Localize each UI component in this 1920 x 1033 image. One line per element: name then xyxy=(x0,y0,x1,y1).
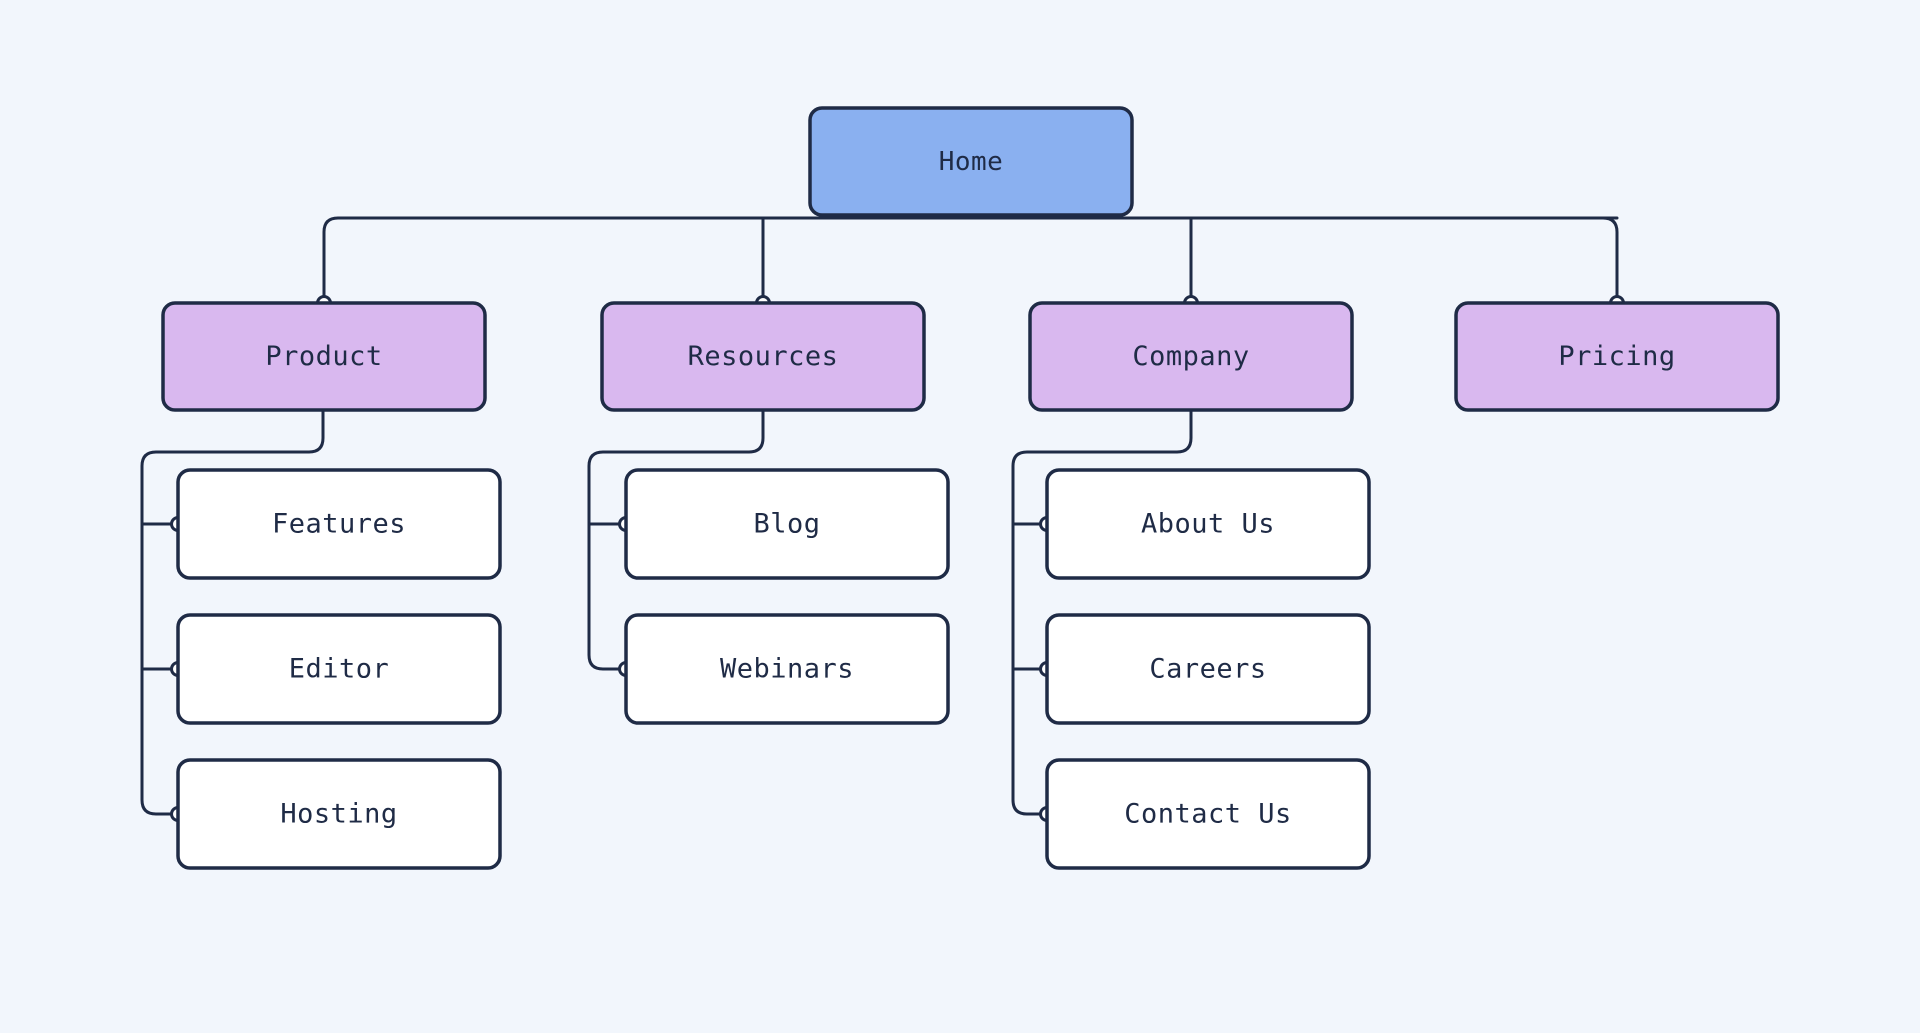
node-label-home: Home xyxy=(939,147,1004,177)
node-company[interactable]: Company xyxy=(1028,301,1354,412)
node-label-editor: Editor xyxy=(289,654,390,685)
node-hosting[interactable]: Hosting xyxy=(176,758,502,870)
edge-bus-horizontal xyxy=(322,216,1619,305)
node-resources[interactable]: Resources xyxy=(600,301,926,412)
node-editor[interactable]: Editor xyxy=(176,613,502,725)
node-label-webinars: Webinars xyxy=(720,654,854,685)
node-home[interactable]: Home xyxy=(808,106,1134,217)
node-pricing[interactable]: Pricing xyxy=(1454,301,1780,412)
node-label-about-us: About Us xyxy=(1141,509,1275,540)
node-features[interactable]: Features xyxy=(176,468,502,580)
node-label-features: Features xyxy=(272,509,406,540)
node-label-careers: Careers xyxy=(1149,654,1266,685)
node-label-hosting: Hosting xyxy=(280,799,397,830)
sitemap-canvas: Home Product Features Editor Hosting Resource… xyxy=(140,106,1780,870)
sitemap-diagram: Home Product Features Editor Hosting Resource… xyxy=(0,0,1920,1033)
nodes-layer: Home Product Features Editor Hosting Resource… xyxy=(161,106,1780,870)
node-contact-us[interactable]: Contact Us xyxy=(1045,758,1371,870)
node-blog[interactable]: Blog xyxy=(624,468,950,580)
node-label-resources: Resources xyxy=(688,341,839,372)
node-webinars[interactable]: Webinars xyxy=(624,613,950,725)
node-label-contact-us: Contact Us xyxy=(1124,799,1292,830)
edge-bus-right-end xyxy=(1601,216,1619,305)
node-about-us[interactable]: About Us xyxy=(1045,468,1371,580)
node-label-blog: Blog xyxy=(753,509,820,540)
node-label-product: Product xyxy=(265,341,382,372)
node-product[interactable]: Product xyxy=(161,301,487,412)
node-label-company: Company xyxy=(1132,341,1249,372)
node-label-pricing: Pricing xyxy=(1558,341,1675,372)
node-careers[interactable]: Careers xyxy=(1045,613,1371,725)
